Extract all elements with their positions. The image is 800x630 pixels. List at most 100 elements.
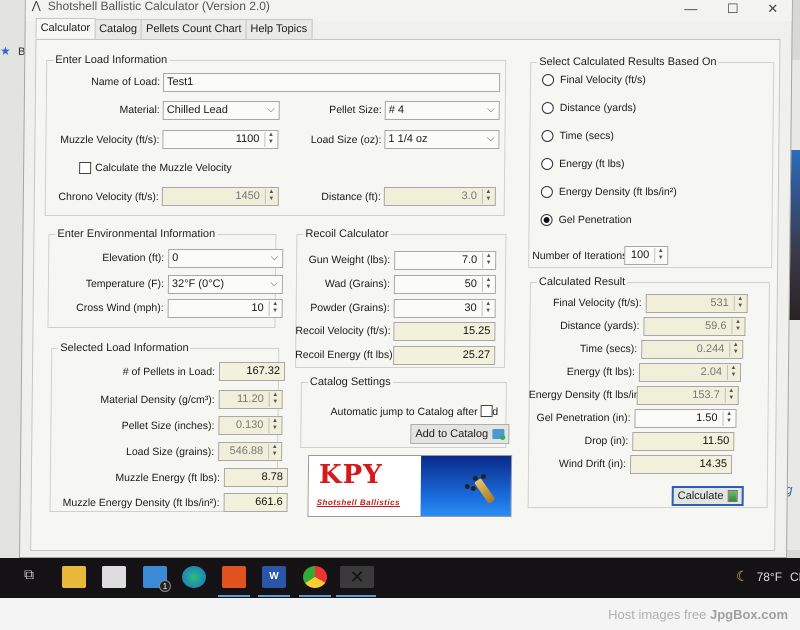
temperature-value: 32°F (0°C) <box>171 278 225 290</box>
spinner-arrows-icon[interactable]: ▲ ▼ <box>733 296 746 311</box>
environment-legend: Enter Environmental Information <box>57 228 216 240</box>
tab-pellets-count-chart[interactable]: Pellets Count Chart <box>140 19 247 39</box>
microsoft-store-icon[interactable] <box>102 566 126 588</box>
radio-button[interactable] <box>541 102 554 114</box>
ballistics-app-icon[interactable]: ✕ <box>340 566 374 588</box>
spinner-arrows-icon[interactable]: ▲ ▼ <box>481 277 494 292</box>
chevron-down-icon[interactable]: ⌵ <box>487 104 495 115</box>
taskbar: ⧉ 1 W ✕ ☾ 78°F Cle <box>0 558 800 598</box>
mail-icon[interactable]: 1 <box>143 566 171 592</box>
material-density-input[interactable]: 11.20 ▲ ▼ <box>218 390 283 409</box>
distance-label: Distance (ft): <box>321 191 381 203</box>
result-field[interactable]: 0.244 ▲ ▼ <box>641 340 744 359</box>
radio-label: Energy Density (ft lbs/in²) <box>558 186 677 198</box>
radio-button[interactable] <box>542 74 555 86</box>
chevron-down-icon[interactable]: ⌵ <box>267 104 275 115</box>
muzzle-velocity-input[interactable]: 1100 ▲ ▼ <box>162 130 279 149</box>
wad-input[interactable]: 50 ▲ ▼ <box>393 275 497 294</box>
radio-button[interactable] <box>541 130 554 142</box>
radio-button[interactable] <box>540 214 553 226</box>
gun-weight-input[interactable]: 7.0 ▲ ▼ <box>394 251 497 270</box>
weather-widget[interactable]: ☾ 78°F Cle <box>736 568 800 585</box>
muzzle-velocity-label: Muzzle Velocity (ft/s): <box>60 134 160 146</box>
spinner-arrows-icon[interactable]: ▲ ▼ <box>268 301 281 316</box>
close-button[interactable]: ✕ <box>758 1 788 19</box>
result-field[interactable]: 59.6 ▲ ▼ <box>643 317 746 336</box>
iterations-input[interactable]: 100 ▲ ▼ <box>624 246 669 265</box>
calculator-icon <box>727 490 738 502</box>
powder-input[interactable]: 30 ▲ ▼ <box>393 299 496 318</box>
result-value: 2.04 <box>700 366 723 378</box>
chevron-down-icon[interactable]: ⌵ <box>270 278 278 289</box>
gun-weight-label: Gun Weight (lbs): <box>308 254 391 266</box>
folder-add-icon <box>492 429 505 439</box>
task-view-icon[interactable]: ⧉ <box>24 566 48 588</box>
load-size-select[interactable]: 1 1/4 oz ⌵ <box>384 130 500 149</box>
spinner-arrows-icon[interactable]: ▲ ▼ <box>722 411 735 426</box>
calc-muzzle-checkbox[interactable] <box>79 162 92 174</box>
radio-option[interactable]: Final Velocity (ft/s) <box>542 74 646 86</box>
radio-option[interactable]: Gel Penetration <box>540 214 632 226</box>
chevron-down-icon[interactable]: ⌵ <box>271 252 279 263</box>
temperature-select[interactable]: 32°F (0°C) ⌵ <box>167 275 284 294</box>
spinner-arrows-icon[interactable]: ▲ ▼ <box>482 253 495 268</box>
spinner-arrows-icon[interactable]: ▲ ▼ <box>731 319 744 334</box>
incognito-app-icon[interactable] <box>222 566 246 588</box>
material-select[interactable]: Chilled Lead ⌵ <box>162 101 280 120</box>
spinner-arrows-icon[interactable]: ▲ ▼ <box>268 392 281 407</box>
maximize-button[interactable]: ☐ <box>718 1 748 19</box>
crosswind-input[interactable]: 10 ▲ ▼ <box>167 299 283 318</box>
distance-value: 3.0 <box>461 190 477 202</box>
edge-browser-icon[interactable] <box>182 566 206 588</box>
pellet-icon <box>464 484 470 489</box>
load-name-input[interactable]: Test1 <box>162 73 501 92</box>
spinner-arrows-icon[interactable]: ▲ ▼ <box>729 342 742 357</box>
mail-badge: 1 <box>159 580 171 592</box>
result-label: Wind Drift (in): <box>558 458 627 470</box>
chrome-icon[interactable] <box>303 566 327 588</box>
result-field[interactable]: 2.04 ▲ ▼ <box>638 363 742 382</box>
spinner-arrows-icon[interactable]: ▲ ▼ <box>654 248 667 263</box>
result-field[interactable]: 531 ▲ ▼ <box>645 294 748 313</box>
auto-jump-checkbox[interactable] <box>480 405 493 417</box>
radio-label: Final Velocity (ft/s) <box>560 74 646 86</box>
radio-option[interactable]: Time (secs) <box>541 130 614 142</box>
file-explorer-icon[interactable] <box>62 566 86 588</box>
chrono-velocity-value: 1450 <box>235 190 260 202</box>
elevation-select[interactable]: 0 ⌵ <box>168 249 284 268</box>
temperature-text: 78°F <box>756 569 783 584</box>
add-to-catalog-button[interactable]: Add to Catalog <box>410 424 510 444</box>
pellet-inches-label: Pellet Size (inches): <box>121 420 215 432</box>
spinner-arrows-icon[interactable]: ▲ ▼ <box>726 365 740 380</box>
radio-button[interactable] <box>541 158 554 170</box>
title-bar: ⋀ Shotshell Ballistic Calculator (Versio… <box>25 0 792 21</box>
tab-calculator[interactable]: Calculator <box>35 18 96 38</box>
spinner-arrows-icon[interactable]: ▲ ▼ <box>268 444 281 459</box>
pellet-size-select[interactable]: # 4 ⌵ <box>384 101 500 120</box>
radio-option[interactable]: Energy (ft lbs) <box>541 158 625 170</box>
minimize-button[interactable]: — <box>676 1 706 19</box>
pellet-inches-input[interactable]: 0.130 ▲ ▼ <box>218 416 283 435</box>
distance-input[interactable]: 3.0 ▲ ▼ <box>383 187 496 206</box>
recoil-velocity-output: 15.25 <box>393 322 496 341</box>
word-icon[interactable]: W <box>262 566 286 588</box>
spinner-arrows-icon[interactable]: ▲ ▼ <box>481 301 494 316</box>
radio-button[interactable] <box>540 186 553 198</box>
spinner-arrows-icon[interactable]: ▲ ▼ <box>481 189 494 204</box>
elevation-label: Elevation (ft): <box>102 252 165 264</box>
result-field[interactable]: 1.50 ▲ ▼ <box>634 409 737 428</box>
radio-option[interactable]: Energy Density (ft lbs/in²) <box>540 186 677 198</box>
active-indicator <box>218 595 250 597</box>
radio-option[interactable]: Distance (yards) <box>541 102 636 114</box>
pellets-count-label: # of Pellets in Load: <box>122 366 216 378</box>
spinner-arrows-icon[interactable]: ▲ ▼ <box>724 388 737 403</box>
tab-catalog[interactable]: Catalog <box>94 19 143 39</box>
chevron-down-icon[interactable]: ⌵ <box>487 133 495 144</box>
result-field[interactable]: 153.7 ▲ ▼ <box>636 386 739 405</box>
load-grains-input[interactable]: 546.88 ▲ ▼ <box>218 442 283 461</box>
chrono-velocity-input[interactable]: 1450 ▲ ▼ <box>161 187 279 206</box>
spinner-arrows-icon[interactable]: ▲ ▼ <box>268 418 281 433</box>
app-window: ⋀ Shotshell Ballistic Calculator (Versio… <box>19 0 793 558</box>
tab-help-topics[interactable]: Help Topics <box>245 19 313 39</box>
calculate-button[interactable]: Calculate <box>671 486 744 506</box>
